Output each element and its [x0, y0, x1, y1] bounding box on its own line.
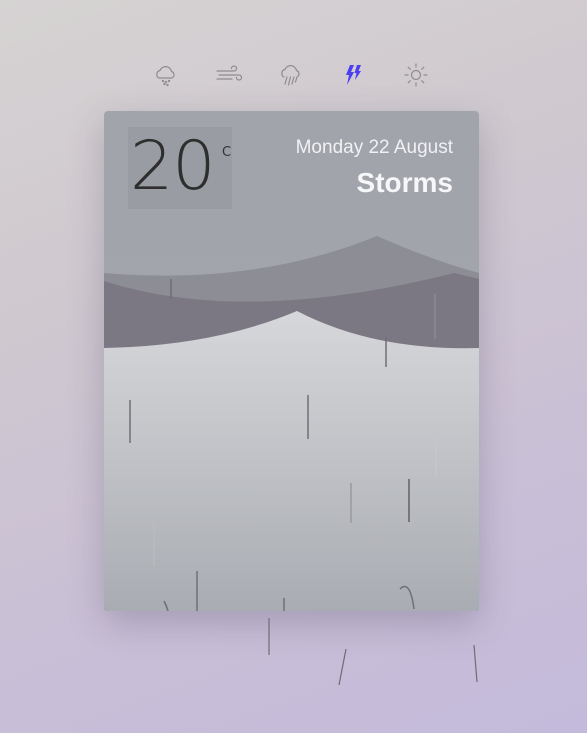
weather-card: 20 C Monday 22 August Storms: [104, 111, 479, 611]
snow-cloud-icon[interactable]: [151, 60, 181, 90]
temperature-value: 20: [130, 127, 216, 206]
near-hill: [104, 311, 479, 611]
weather-type-nav: [0, 60, 587, 90]
rain-cloud-icon[interactable]: [276, 60, 306, 90]
lightning-icon[interactable]: [338, 60, 368, 90]
temperature-unit: C: [222, 145, 232, 160]
wind-icon[interactable]: [214, 60, 244, 90]
date-label: Monday 22 August: [295, 137, 453, 158]
condition-label: Storms: [356, 167, 453, 198]
sun-icon[interactable]: [401, 60, 431, 90]
